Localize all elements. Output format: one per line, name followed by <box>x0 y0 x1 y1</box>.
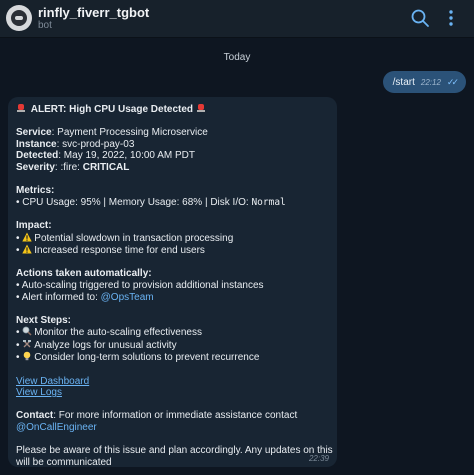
metrics-line: • CPU Usage: 95% | Memory Usage: 68% | D… <box>16 196 286 208</box>
metrics-heading: Metrics: <box>16 185 55 197</box>
more-vertical-icon[interactable] <box>447 8 455 28</box>
warning-icon <box>22 244 32 254</box>
footer-line: Please be aware of this issue and plan a… <box>16 445 333 457</box>
view-dashboard-link[interactable]: View Dashboard <box>16 376 89 387</box>
chat-title[interactable]: rinfly_fiverr_tgbot <box>38 5 149 20</box>
siren-icon <box>196 104 205 112</box>
on-call-engineer-mention[interactable]: @OnCallEngineer <box>16 422 97 433</box>
detected-line: Detected: May 19, 2022, 10:00 AM PDT <box>16 150 195 162</box>
next-steps-heading: Next Steps: <box>16 314 72 326</box>
incoming-time: 22:39 <box>308 454 329 463</box>
severity-line: Severity: :fire: CRITICAL <box>16 161 130 173</box>
service-line: Service: Payment Processing Microservice <box>16 127 208 139</box>
next-step-item: • Monitor the auto-scaling effectiveness <box>16 326 202 339</box>
chat-subtitle: bot <box>38 20 52 31</box>
contact-line: Contact: For more information or immedia… <box>16 410 298 422</box>
alert-title-line: ALERT: High CPU Usage Detected <box>16 103 331 116</box>
warning-icon <box>22 232 32 242</box>
avatar[interactable] <box>6 5 32 31</box>
outgoing-text: /start <box>392 76 415 88</box>
chat-header: rinfly_fiverr_tgbot bot <box>0 0 474 38</box>
impact-item: • Increased response time for end users <box>16 244 205 257</box>
light-bulb-icon <box>23 352 31 361</box>
bot-avatar-icon <box>11 10 27 26</box>
next-step-item: • Analyze logs for unusual activity <box>16 339 177 351</box>
outgoing-time: 22:12 <box>420 77 441 87</box>
impact-item: • Potential slowdown in transaction proc… <box>16 232 234 244</box>
next-step-item: • Consider long-term solutions to preven… <box>16 352 260 364</box>
impact-heading: Impact: <box>16 219 52 231</box>
actions-heading: Actions taken automatically: <box>16 268 152 280</box>
hammer-pick-icon <box>23 339 32 348</box>
action-item: • Auto-scaling triggered to provision ad… <box>16 279 264 291</box>
siren-icon <box>17 104 25 112</box>
action-item: • Alert informed to: @OpsTeam <box>16 291 154 303</box>
instance-line: Instance: svc-prod-pay-03 <box>16 138 135 150</box>
alert-title: ALERT: High CPU Usage Detected <box>30 104 194 115</box>
double-check-icon: ✓✓ <box>446 76 459 87</box>
magnifying-glass-icon <box>22 326 32 336</box>
outgoing-message[interactable]: /start 22:12 ✓✓ <box>382 71 466 93</box>
view-logs-link[interactable]: View Logs <box>16 387 62 398</box>
footer-line: will be communicated <box>16 456 112 468</box>
date-separator: Today <box>223 52 251 63</box>
ops-team-mention[interactable]: @OpsTeam <box>101 292 154 303</box>
incoming-message[interactable]: ALERT: High CPU Usage Detected Service: … <box>8 97 337 468</box>
search-icon[interactable] <box>410 8 430 28</box>
